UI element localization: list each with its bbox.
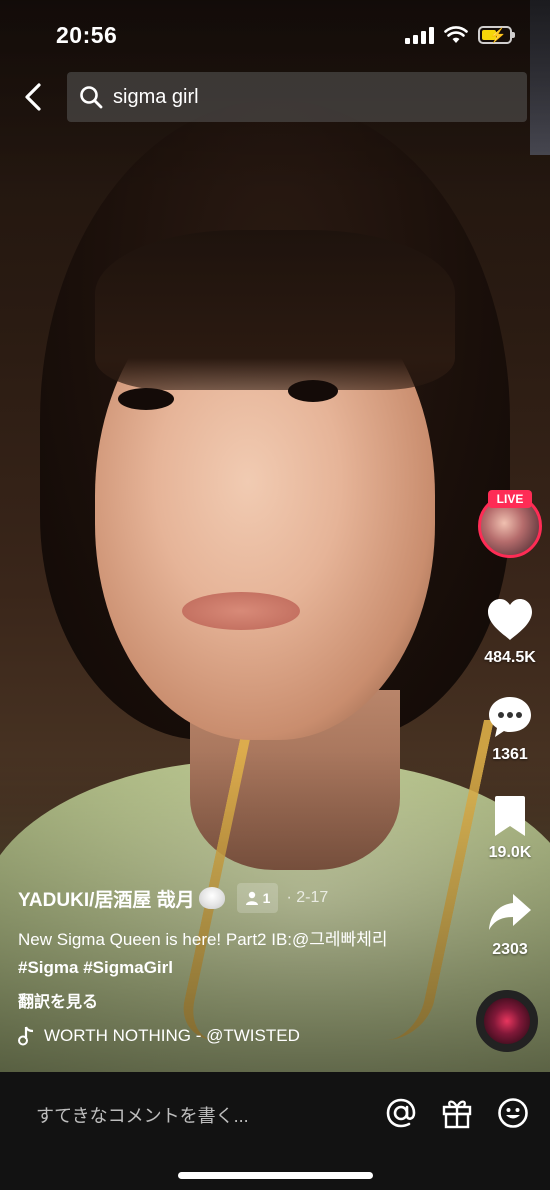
comment-count: 1361 [492, 746, 528, 763]
gift-button[interactable] [438, 1094, 476, 1132]
music-disc-button[interactable] [476, 990, 538, 1052]
friends-count: 1 [262, 890, 271, 906]
live-badge: LIVE [488, 490, 532, 508]
comment-input[interactable]: すてきなコメントを書く... [36, 1102, 249, 1128]
friends-chip[interactable]: 1 [236, 883, 279, 913]
author-name[interactable]: YADUKI/居酒屋 哉月 [18, 885, 195, 912]
heart-icon [488, 599, 532, 640]
search-query: sigma girl [113, 85, 199, 108]
search-icon [80, 86, 103, 109]
music-title: WORTH NOTHING - @TWISTED [44, 1026, 300, 1045]
search-bar[interactable]: sigma girl [67, 72, 527, 122]
battery-charging-icon: ⚡ [478, 26, 515, 44]
post-description: New Sigma Queen is here! Part2 IB:@그레빠체리… [18, 926, 438, 982]
share-count: 2303 [492, 941, 528, 958]
bookmark-icon [495, 796, 525, 836]
at-sign-icon [386, 1098, 416, 1128]
wifi-icon [444, 26, 468, 43]
comment-bubble-icon [489, 697, 531, 737]
status-bar: 20:56 ⚡ [0, 18, 550, 58]
share-button[interactable]: 2303 [470, 892, 550, 959]
emoji-button[interactable] [494, 1094, 532, 1132]
bookmark-count: 19.0K [488, 844, 532, 861]
mention-button[interactable] [382, 1094, 420, 1132]
cellular-signal-icon [405, 26, 434, 44]
hashtag-link[interactable]: #Sigma [18, 958, 78, 977]
author-row: YADUKI/居酒屋 哉月 1 · 2-17 [18, 882, 438, 914]
gift-icon [442, 1100, 472, 1129]
music-row[interactable]: WORTH NOTHING - @TWISTED [18, 1026, 438, 1046]
share-arrow-icon [489, 894, 531, 930]
translate-link[interactable]: 翻訳を見る [18, 988, 438, 1012]
description-text: New Sigma Queen is here! Part2 IB:@그레빠체리 [18, 930, 388, 949]
like-count: 484.5K [484, 649, 536, 666]
smiley-icon [498, 1098, 528, 1128]
like-button[interactable]: 484.5K [470, 598, 550, 667]
comment-bar: すてきなコメントを書く... [0, 1072, 550, 1190]
person-icon [245, 891, 258, 905]
live-avatar-button[interactable]: LIVE [470, 490, 550, 560]
post-date: · 2-17 [286, 889, 329, 906]
hashtag-link[interactable]: #SigmaGirl [83, 958, 173, 977]
video-caption: YADUKI/居酒屋 哉月 1 · 2-17 New Sigma Queen i… [18, 882, 438, 1046]
comment-bar-icons [382, 1094, 532, 1132]
home-indicator[interactable] [178, 1172, 373, 1179]
chevron-left-icon [25, 83, 41, 111]
back-button[interactable] [14, 78, 52, 116]
status-time: 20:56 [56, 22, 118, 48]
rice-bowl-icon [198, 887, 225, 909]
bookmark-button[interactable]: 19.0K [470, 795, 550, 862]
status-icons: ⚡ [405, 26, 515, 44]
music-note-icon [18, 1026, 34, 1046]
comment-button[interactable]: 1361 [470, 695, 550, 764]
